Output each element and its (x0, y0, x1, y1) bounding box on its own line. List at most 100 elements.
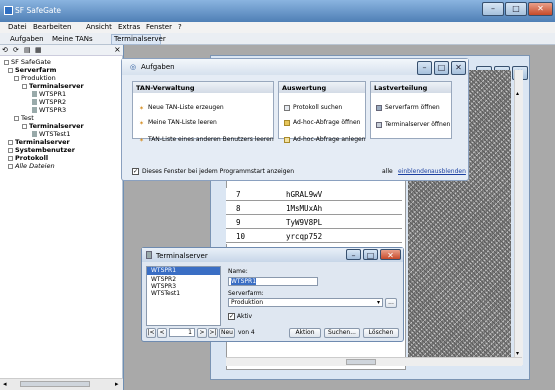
record-number-field[interactable]: 1 (169, 328, 195, 337)
tab-meine-tans[interactable]: Meine TANs (52, 35, 93, 43)
ausblenden-link[interactable]: ausblenden (431, 168, 466, 175)
suchen-button[interactable]: Suchen... (324, 328, 360, 338)
nav-prev-button[interactable]: < (157, 328, 167, 338)
nav-next-button[interactable]: > (197, 328, 207, 338)
task-adhoc-anlegen[interactable]: Ad-hoc-Abfrage anlegen (284, 136, 366, 143)
ts-minimize-button[interactable]: – (346, 249, 361, 260)
tree-item-serverfarm[interactable]: Serverfarm (8, 66, 56, 74)
scroll-down-icon[interactable]: ▾ (516, 350, 519, 357)
aufgaben-close-button[interactable]: ✕ (451, 61, 466, 75)
alle-label: alle (382, 168, 393, 175)
task-neue-tan-liste[interactable]: ✶ Neue TAN-Liste erzeugen (139, 104, 224, 112)
lastverteilung-header: Lastverteilung (371, 82, 451, 93)
terminal-icon (376, 121, 382, 128)
tab-terminalserver[interactable]: Terminalserver (114, 35, 166, 43)
menu-ansicht[interactable]: Ansicht (86, 23, 112, 31)
menu-fenster[interactable]: Fenster (146, 23, 172, 31)
neu-button[interactable]: Neu (219, 328, 235, 338)
pane-close-icon[interactable]: × (114, 45, 121, 54)
document-icon (284, 104, 290, 111)
star-icon: ✶ (139, 104, 145, 112)
close-button[interactable]: ✕ (528, 2, 553, 16)
terminalserver-dialog: Terminalserver – □ ✕ WTSPR1 WTSPR2 WTSPR… (141, 247, 404, 342)
einblenden-link[interactable]: einblenden (398, 168, 431, 175)
document-tabs: Aufgaben Meine TANs Terminalserver (0, 33, 555, 45)
aufgaben-minimize-button[interactable]: – (417, 61, 432, 75)
name-label: Name: (228, 268, 248, 275)
aufgaben-title: Aufgaben (141, 63, 175, 71)
star-icon: ✶ (139, 136, 145, 144)
tree-item-wtspr1[interactable]: WTSPR1 (32, 90, 66, 98)
chevron-down-icon: ▾ (376, 299, 380, 306)
serverfarm-browse-button[interactable]: ... (385, 298, 397, 308)
checkbox-checked-icon: ✓ (228, 313, 235, 320)
tans-hscrollbar[interactable] (226, 357, 522, 366)
scroll-right-icon[interactable]: ▸ (115, 380, 119, 388)
table-row[interactable]: 8 1MsMUxAh (226, 202, 402, 215)
aktiv-checkbox[interactable]: ✓ Aktiv (228, 313, 252, 320)
tree-item-produktion[interactable]: Produktion (14, 74, 56, 82)
startup-checkbox-row[interactable]: ✓ Dieses Fenster bei jedem Programmstart … (132, 168, 294, 175)
scroll-thumb[interactable] (20, 381, 90, 387)
app-icon (4, 6, 13, 15)
tans-vscrollbar[interactable]: ▴ ▾ (514, 70, 523, 365)
nav-first-button[interactable]: |< (146, 328, 156, 338)
scroll-left-icon[interactable]: ◂ (3, 380, 7, 388)
task-adhoc-oeffnen[interactable]: Ad-hoc-Abfrage öffnen (284, 119, 360, 126)
tree-item-wtspr2[interactable]: WTSPR2 (32, 98, 66, 106)
list-item-wtspr3[interactable]: WTSPR3 (151, 283, 176, 290)
task-meine-tan-liste-leeren[interactable]: ✶ Meine TAN-Liste leeren (139, 119, 217, 127)
ts-close-button[interactable]: ✕ (380, 249, 401, 260)
checkbox-checked-icon: ✓ (132, 168, 139, 175)
maximize-button[interactable]: □ (505, 2, 527, 16)
table-row[interactable]: 9 TyW9V8PL (226, 216, 402, 229)
tree-item-test[interactable]: Test (14, 114, 34, 122)
task-tan-liste-anderer-leeren[interactable]: ✶ TAN-Liste eines anderen Benutzers leere… (139, 136, 274, 144)
minimize-button[interactable]: – (482, 2, 504, 16)
list-item-wtstest1[interactable]: WTSTest1 (151, 290, 180, 297)
table-row[interactable]: 10 yrcqp752 (226, 230, 402, 243)
serverfarm-label: Serverfarm: (228, 290, 264, 297)
forward-icon[interactable]: ⟳ (13, 46, 19, 54)
nav-last-button[interactable]: >| (208, 328, 218, 338)
menu-bar: Datei Bearbeiten Ansicht Extras Fenster … (0, 22, 555, 33)
save-icon[interactable]: ▦ (35, 46, 42, 54)
menu-datei[interactable]: Datei (8, 23, 27, 31)
aktion-button[interactable]: Aktion (289, 328, 321, 338)
name-field[interactable]: WTSPR1 (228, 277, 318, 286)
serverfarm-select[interactable]: Produktion ▾ (228, 298, 383, 307)
terminalserver-icon (146, 251, 152, 259)
tree-item-terminalserver[interactable]: Terminalserver (22, 82, 84, 90)
scroll-up-icon[interactable]: ▴ (516, 90, 519, 97)
auswertung-header: Auswertung (279, 82, 365, 93)
table-row[interactable]: 7 hGRAL9wV (226, 188, 402, 201)
task-serverfarm-oeffnen[interactable]: Serverfarm öffnen (376, 104, 440, 111)
tree-item-alle-dateien[interactable]: Alle Dateien (8, 162, 55, 170)
menu-bearbeiten[interactable]: Bearbeiten (33, 23, 71, 31)
aufgaben-maximize-button[interactable]: □ (434, 61, 449, 75)
hscroll-thumb[interactable] (346, 359, 376, 365)
ts-maximize-button[interactable]: □ (363, 249, 378, 260)
navigation-hscrollbar[interactable]: ◂ ▸ (0, 378, 123, 390)
back-icon[interactable]: ⟲ (2, 46, 8, 54)
star-icon: ✶ (139, 119, 145, 127)
tree-item-protokoll[interactable]: Protokoll (8, 154, 48, 162)
tree-item-sf-safegate[interactable]: SF SafeGate (4, 58, 51, 66)
list-item-wtspr2[interactable]: WTSPR2 (151, 276, 176, 283)
task-protokoll-suchen[interactable]: Protokoll suchen (284, 104, 342, 111)
tab-aufgaben[interactable]: Aufgaben (10, 35, 44, 43)
menu-extras[interactable]: Extras (118, 23, 140, 31)
loeschen-button[interactable]: Löschen (363, 328, 399, 338)
tree-item-terminalserver-root[interactable]: Terminalserver (8, 138, 70, 146)
task-terminalserver-oeffnen[interactable]: Terminalserver öffnen (376, 121, 450, 128)
folder-icon (284, 119, 290, 126)
tree-item-wtstest1[interactable]: WTSTest1 (32, 130, 70, 138)
tree-item-wtspr3[interactable]: WTSPR3 (32, 106, 66, 114)
aufgaben-window: ◎ Aufgaben – □ ✕ TAN-Verwaltung ✶ Neue TA… (121, 58, 469, 181)
record-count-label: von 4 (238, 329, 255, 336)
menu-help[interactable]: ? (178, 23, 182, 31)
tree-item-terminalserver-test[interactable]: Terminalserver (22, 122, 84, 130)
tree-item-systembenutzer[interactable]: Systembenutzer (8, 146, 75, 154)
list-item-wtspr1[interactable]: WTSPR1 (147, 267, 220, 275)
properties-icon[interactable]: ▤ (24, 46, 31, 54)
